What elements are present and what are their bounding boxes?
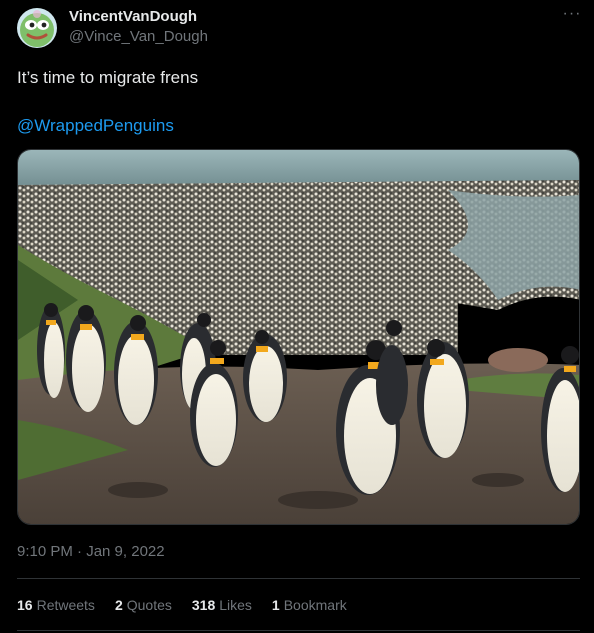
penguin-colony-photo — [18, 150, 579, 524]
bookmarks-count: 1 — [271, 597, 280, 613]
retweets-count: 16 — [17, 597, 33, 613]
bookmarks-label: Bookmark — [283, 597, 347, 613]
mention-link[interactable]: @WrappedPenguins — [17, 115, 174, 137]
tweet-media-image[interactable] — [17, 149, 580, 525]
divider — [17, 630, 580, 631]
tweet-timestamp[interactable]: 9:10 PM · Jan 9, 2022 — [17, 542, 165, 562]
more-options-icon[interactable]: ··· — [560, 6, 584, 26]
author-display-name[interactable]: VincentVanDough — [69, 8, 197, 26]
pepe-frog-avatar-icon — [17, 8, 57, 48]
author-handle[interactable]: @Vince_Van_Dough — [69, 28, 208, 46]
quotes-stat[interactable]: 2 Quotes — [115, 596, 172, 614]
divider — [17, 578, 580, 579]
likes-stat[interactable]: 318 Likes — [192, 596, 252, 614]
tweet-text: It’s time to migrate frens — [17, 68, 199, 87]
likes-count: 318 — [191, 597, 216, 613]
quotes-label: Quotes — [126, 597, 172, 613]
retweets-label: Retweets — [36, 597, 95, 613]
engagement-stats: 16 Retweets 2 Quotes 318 Likes 1 Bookmark — [17, 596, 347, 614]
bookmarks-stat[interactable]: 1 Bookmark — [272, 596, 347, 614]
avatar[interactable] — [17, 8, 57, 48]
quotes-count: 2 — [114, 597, 123, 613]
retweets-stat[interactable]: 16 Retweets — [17, 596, 95, 614]
likes-label: Likes — [219, 597, 252, 613]
